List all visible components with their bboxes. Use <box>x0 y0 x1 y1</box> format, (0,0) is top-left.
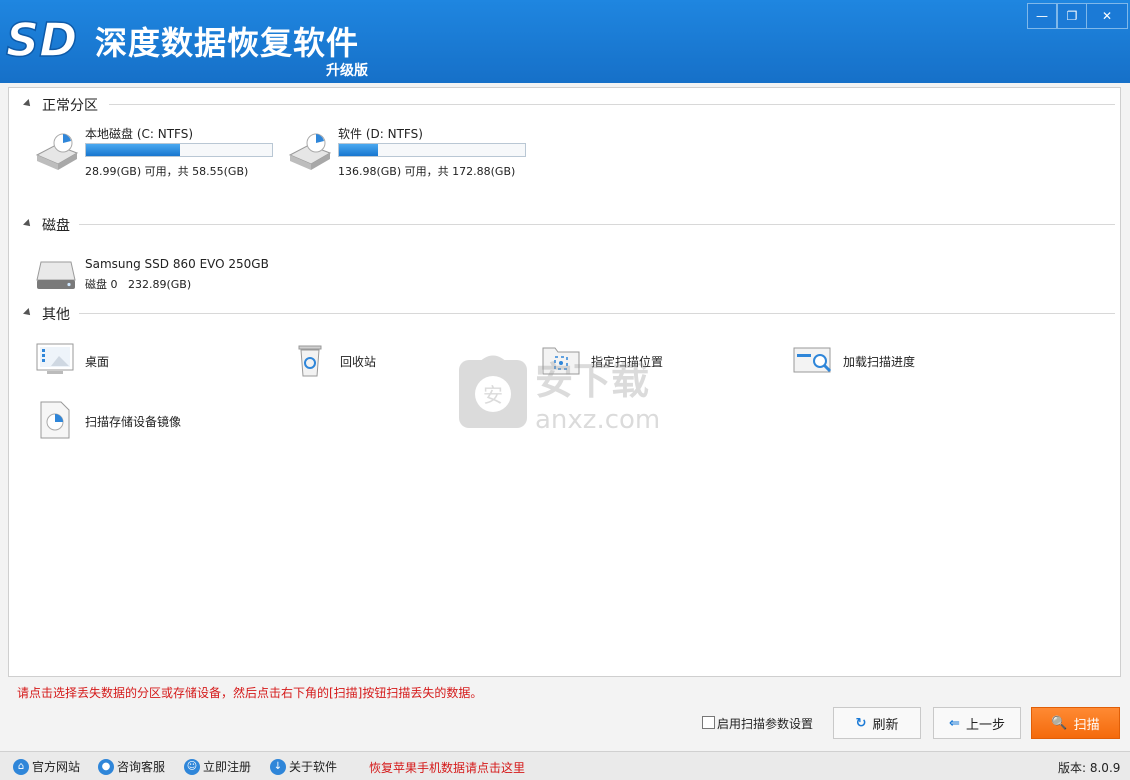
scan-button[interactable]: 🔍 扫描 <box>1031 707 1120 739</box>
desktop-icon <box>36 343 74 374</box>
collapse-arrow-icon[interactable] <box>23 308 33 318</box>
disk-id: 磁盘 0 <box>85 278 118 291</box>
recycle-bin-icon <box>298 345 322 377</box>
scan-label: 扫描 <box>1073 717 1100 733</box>
watermark-logo: 安 安下载 anxz.com <box>459 355 660 435</box>
version-text: 版本: 8.0.9 <box>1058 761 1121 775</box>
refresh-icon: ↻ <box>855 715 867 731</box>
close-icon: ✕ <box>1101 9 1113 23</box>
section-title: 正常分区 <box>42 98 98 114</box>
disk-item[interactable]: Samsung SSD 860 EVO 250GB 磁盘 0 232.89(GB… <box>35 254 335 294</box>
other-load-progress[interactable]: 加载扫描进度 <box>793 340 1013 380</box>
refresh-label: 刷新 <box>872 717 899 733</box>
other-label: 回收站 <box>340 355 377 369</box>
collapse-arrow-icon[interactable] <box>23 219 33 229</box>
back-arrow-icon: ⇐ <box>949 715 960 731</box>
support-icon: ● <box>98 758 114 775</box>
hint-text: 请点击选择丢失数据的分区或存储设备，然后点击右下角的[扫描]按钮扫描丢失的数据。 <box>17 686 483 700</box>
about-label: 关于软件 <box>289 760 338 774</box>
disk-info: 磁盘 0 232.89(GB) <box>85 276 191 292</box>
partition-size: 136.98(GB) 可用，共 172.88(GB) <box>338 165 516 178</box>
other-disk-image[interactable]: 扫描存储设备镜像 <box>35 400 255 440</box>
restore-button[interactable]: ❐ <box>1057 3 1087 29</box>
disk-image-icon <box>40 401 70 439</box>
app-logo-text: SD <box>6 13 77 67</box>
section-divider <box>79 313 1115 314</box>
section-other[interactable]: 其他 <box>9 304 1119 324</box>
scan-params-label[interactable]: 启用扫描参数设置 <box>717 715 813 732</box>
main-panel: 正常分区 本地磁盘 (C: NTFS) 28.99(GB) 可用，共 58.55… <box>8 87 1121 677</box>
other-label: 桌面 <box>85 355 110 369</box>
close-button[interactable]: ✕ <box>1087 3 1128 29</box>
drive-icon <box>35 133 79 170</box>
search-icon: 🔍 <box>1051 715 1068 731</box>
disk-size: 232.89(GB) <box>128 278 192 291</box>
restore-icon: ❐ <box>1066 9 1078 23</box>
section-title: 其他 <box>42 307 70 323</box>
section-divider <box>79 224 1115 225</box>
home-icon: ⌂ <box>13 758 29 775</box>
partition-c[interactable]: 本地磁盘 (C: NTFS) 28.99(GB) 可用，共 58.55(GB) <box>33 125 283 185</box>
register-label: 立即注册 <box>203 760 252 774</box>
iphone-recovery-link[interactable]: 恢复苹果手机数据请点击这里 <box>369 759 525 776</box>
hard-disk-icon <box>36 261 76 289</box>
refresh-button[interactable]: ↻ 刷新 <box>833 707 921 739</box>
register-link[interactable]: ☺ 立即注册 <box>184 758 251 775</box>
other-label: 扫描存储设备镜像 <box>85 415 182 429</box>
title-bar: SD 深度数据恢复软件 升级版 — ❐ ✕ <box>0 0 1130 83</box>
partition-size: 28.99(GB) 可用，共 58.55(GB) <box>85 165 249 178</box>
app-title: 深度数据恢复软件 <box>95 24 360 62</box>
website-label: 官方网站 <box>32 760 81 774</box>
info-icon: ↓ <box>270 758 286 775</box>
website-link[interactable]: ⌂ 官方网站 <box>13 758 80 775</box>
other-label: 加载扫描进度 <box>843 355 916 369</box>
load-progress-icon <box>793 347 832 373</box>
partition-name: 软件 (D: NTFS) <box>338 127 423 141</box>
section-divider <box>109 104 1115 105</box>
partition-name: 本地磁盘 (C: NTFS) <box>85 127 194 141</box>
consult-label: 咨询客服 <box>117 760 166 774</box>
collapse-arrow-icon[interactable] <box>23 99 33 109</box>
user-icon: ☺ <box>184 758 200 775</box>
back-label: 上一步 <box>965 717 1005 733</box>
about-link[interactable]: ↓ 关于软件 <box>270 758 337 775</box>
section-partitions[interactable]: 正常分区 <box>9 95 1119 115</box>
watermark-domain: anxz.com <box>535 405 660 435</box>
app-edition: 升级版 <box>326 63 368 79</box>
watermark-title: 安下载 <box>535 359 649 403</box>
scan-params-checkbox[interactable] <box>702 716 715 729</box>
partition-d[interactable]: 软件 (D: NTFS) 136.98(GB) 可用，共 172.88(GB) <box>286 125 536 185</box>
usage-bar <box>85 143 273 157</box>
section-disks[interactable]: 磁盘 <box>9 215 1119 235</box>
section-title: 磁盘 <box>42 218 70 234</box>
status-bar: ⌂ 官方网站 ● 咨询客服 ☺ 立即注册 ↓ 关于软件 恢复苹果手机数据请点击这… <box>0 751 1130 780</box>
app-logo: SD <box>5 12 78 68</box>
drive-icon <box>288 133 332 170</box>
usage-bar-fill <box>339 144 378 156</box>
disk-name: Samsung SSD 860 EVO 250GB <box>85 257 269 271</box>
minimize-button[interactable]: — <box>1027 3 1057 29</box>
other-desktop[interactable]: 桌面 <box>35 340 235 380</box>
back-button[interactable]: ⇐ 上一步 <box>933 707 1021 739</box>
minimize-icon: — <box>1036 9 1048 23</box>
usage-bar-fill <box>86 144 180 156</box>
usage-bar <box>338 143 526 157</box>
consult-link[interactable]: ● 咨询客服 <box>98 758 165 775</box>
watermark-logo-text: 安 <box>483 383 503 407</box>
